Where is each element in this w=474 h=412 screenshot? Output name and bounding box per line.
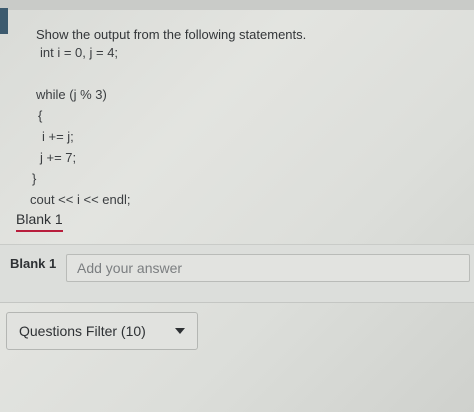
window-top-edge [0,0,474,10]
code-line-close-brace: } [32,171,37,186]
code-line-declaration: int i = 0, j = 4; [40,45,119,60]
code-line-increment-i: i += j; [42,129,74,144]
questions-filter-label: Questions Filter (10) [19,323,146,339]
chevron-down-icon [175,328,185,334]
code-line-increment-j: j += 7; [40,150,77,165]
questions-filter-button[interactable]: Questions Filter (10) [6,312,198,350]
code-line-open-brace: { [38,108,43,123]
answer-label: Blank 1 [10,256,57,271]
section-divider [0,302,474,303]
code-line-while: while (j % 3) [36,87,107,102]
left-accent-bar [0,8,8,34]
code-line-cout: cout << i << endl; [30,192,131,207]
blank-heading: Blank 1 [16,211,63,232]
question-prompt: Show the output from the following state… [36,27,307,42]
answer-input[interactable] [66,254,470,282]
